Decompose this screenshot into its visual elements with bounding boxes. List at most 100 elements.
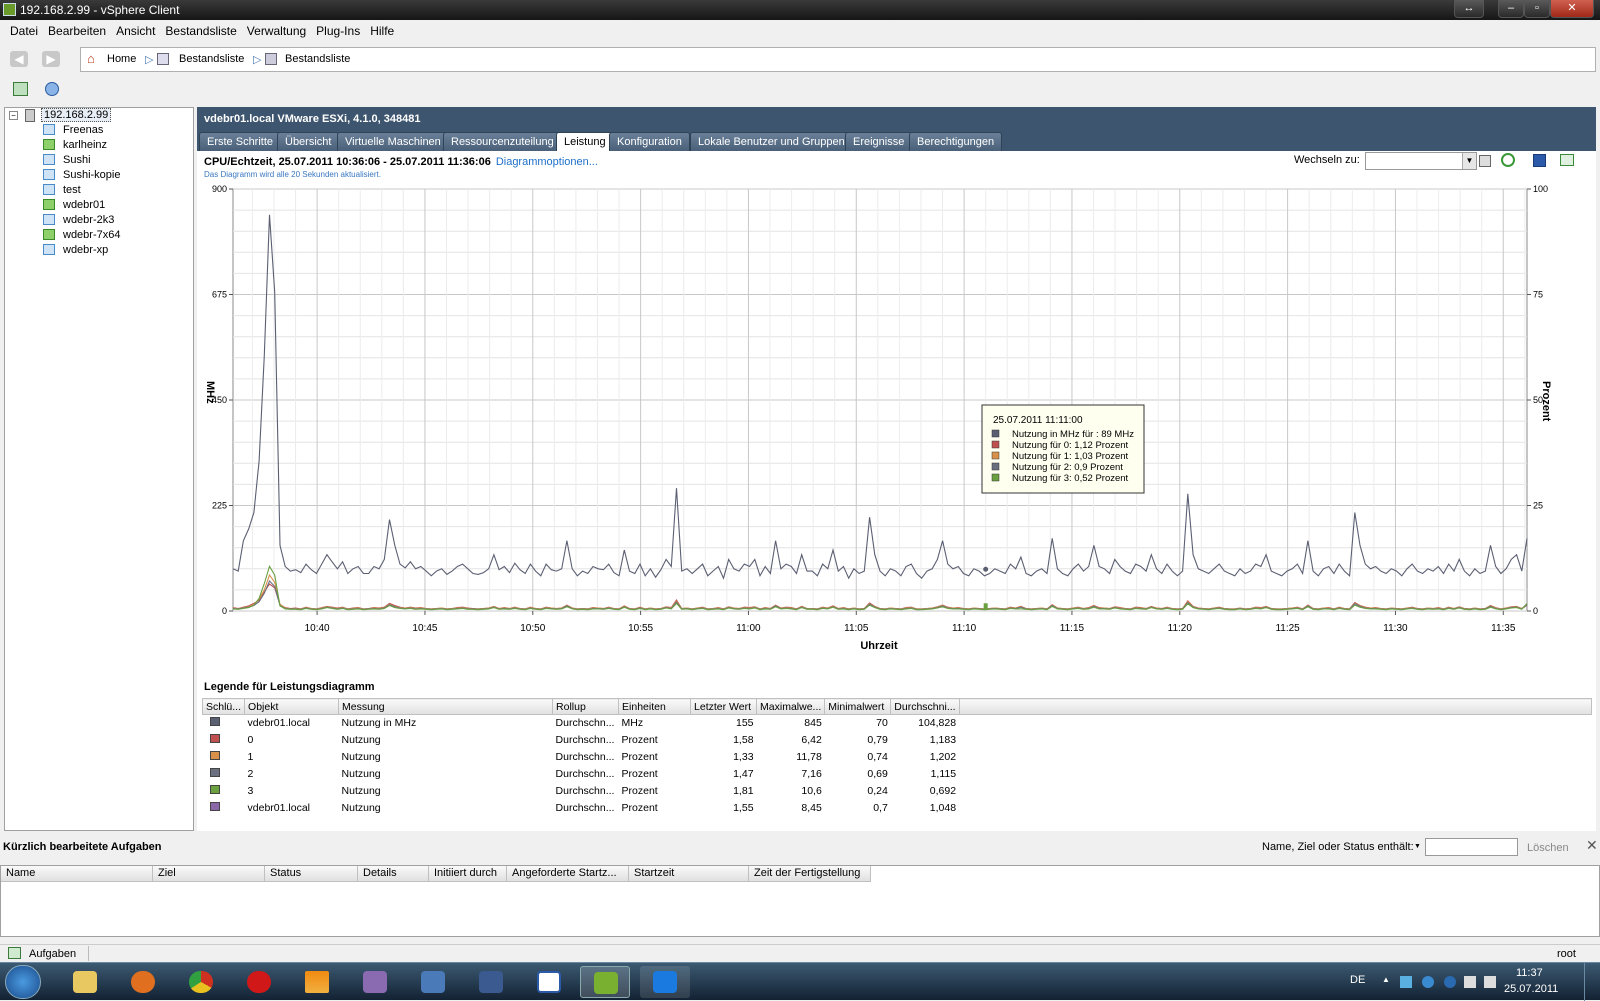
show-desktop-button[interactable] <box>1584 963 1598 1001</box>
forward-button[interactable]: ▶ <box>42 51 60 67</box>
language-indicator[interactable]: DE <box>1350 974 1365 986</box>
task-column-header[interactable]: Startzeit <box>629 866 749 882</box>
tab-konfiguration[interactable]: Konfiguration <box>609 132 690 151</box>
menu-bearbeiten[interactable]: Bearbeiten <box>43 20 111 38</box>
legend-column-header[interactable]: Messung <box>338 698 554 715</box>
menu-bestandsliste[interactable]: Bestandsliste <box>160 20 241 38</box>
maximize-button[interactable]: ▫ <box>1524 0 1550 18</box>
legend-row[interactable]: vdebr01.local Nutzung Durchschn... Prozent 1… <box>203 800 1592 817</box>
taskbar-chrome[interactable] <box>176 966 226 998</box>
legend-column-header[interactable]: Objekt <box>244 698 340 715</box>
taskbar-vncviewer[interactable] <box>524 966 574 998</box>
tab-lokale-benutzer-und-gruppen[interactable]: Lokale Benutzer und Gruppen <box>690 132 853 151</box>
legend-column-header[interactable]: Letzter Wert <box>690 698 758 715</box>
task-column-header[interactable]: Zeit der Fertigstellung <box>749 866 871 882</box>
tab-erste-schritte[interactable]: Erste Schritte <box>199 132 282 151</box>
menu-hilfe[interactable]: Hilfe <box>365 20 399 38</box>
clock-date[interactable]: 25.07.2011 <box>1504 983 1558 995</box>
tray-app-icon[interactable] <box>1422 976 1434 988</box>
legend-column-header[interactable]: Rollup <box>552 698 620 715</box>
legend-cell-max: 845 <box>804 717 822 730</box>
breadcrumb-inventory-2[interactable]: Bestandsliste <box>285 53 350 65</box>
new-resource-icon[interactable] <box>45 82 59 96</box>
taskbar-vsphere[interactable] <box>580 966 630 998</box>
dropbox-icon[interactable] <box>1400 976 1412 988</box>
tree-item-vm[interactable]: Sushi-kopie <box>43 169 120 184</box>
tree-item-vm[interactable]: wdebr-xp <box>43 244 108 259</box>
task-column-header[interactable]: Status <box>265 866 358 882</box>
task-column-header[interactable]: Details <box>358 866 429 882</box>
tray-update-icon[interactable] <box>1444 976 1456 988</box>
network-tray-icon[interactable] <box>1464 976 1476 988</box>
close-icon[interactable]: ✕ <box>1586 837 1598 854</box>
tooltip-line: Nutzung für 0: 1,12 Prozent <box>1012 440 1129 451</box>
task-column-header[interactable]: Angeforderte Startz... <box>507 866 629 882</box>
legend-row[interactable]: 1 Nutzung Durchschn... Prozent 1,33 11,78 0,74… <box>203 749 1592 766</box>
task-column-header[interactable]: Ziel <box>153 866 265 882</box>
legend-row[interactable]: 3 Nutzung Durchschn... Prozent 1,81 10,6 0,24 0… <box>203 783 1592 800</box>
menu-verwaltung[interactable]: Verwaltung <box>242 20 311 38</box>
legend-column-header[interactable]: Maximalwe... <box>756 698 826 715</box>
legend-cell-min: 0,7 <box>873 802 888 814</box>
back-button[interactable]: ◀ <box>10 51 28 67</box>
tab-übersicht[interactable]: Übersicht <box>277 132 340 151</box>
tree-item-vm[interactable]: wdebr-2k3 <box>43 214 114 229</box>
volume-icon[interactable] <box>1484 976 1496 988</box>
vm-running-icon <box>43 139 55 150</box>
filter-dropdown-icon[interactable]: ▼ <box>1414 843 1421 850</box>
tree-item-vm[interactable]: wdebr-7x64 <box>43 229 120 244</box>
taskbar-vlc[interactable] <box>292 966 342 998</box>
tray-expand-icon[interactable]: ▲ <box>1382 975 1390 984</box>
minimize-button[interactable]: – <box>1498 0 1524 18</box>
tab-virtuelle-maschinen[interactable]: Virtuelle Maschinen <box>337 132 449 151</box>
legend-cell-messung: Nutzung <box>341 768 381 780</box>
tasks-title: Kürzlich bearbeitete Aufgaben <box>3 841 162 853</box>
tasks-filter-label[interactable]: Name, Ziel oder Status enthält: <box>1262 841 1414 853</box>
tab-leistung[interactable]: Leistung <box>556 132 614 152</box>
legend-column-header[interactable]: Durchschni... <box>890 698 960 715</box>
legend-row[interactable]: 0 Nutzung Durchschn... Prozent 1,58 6,42 0,79 1… <box>203 732 1592 749</box>
legend-cell-messung: Nutzung <box>341 734 381 746</box>
tasks-filter-input[interactable] <box>1425 838 1518 856</box>
tasks-clear-button[interactable]: Löschen <box>1527 842 1569 854</box>
task-column-header[interactable]: Initiiert durch <box>429 866 507 882</box>
tab-ressourcenzuteilung[interactable]: Ressourcenzuteilung <box>443 132 562 151</box>
legend-column-header[interactable]: Einheiten <box>618 698 692 715</box>
legend-row[interactable]: vdebr01.local Nutzung in MHz Durchschn... M… <box>203 715 1592 732</box>
breadcrumb-home[interactable]: Home <box>107 53 136 65</box>
resize-button[interactable]: ↔ <box>1454 0 1484 18</box>
task-column-header[interactable]: Name <box>1 866 153 882</box>
tree-item-vm[interactable]: test <box>43 184 81 199</box>
collapse-toggle[interactable]: − <box>9 111 18 120</box>
legend-swatch <box>209 802 220 811</box>
taskbar-explorer[interactable] <box>60 966 110 998</box>
legend-column-header[interactable]: Schlü... <box>201 698 246 715</box>
taskbar-network[interactable] <box>408 966 458 998</box>
menu-ansicht[interactable]: Ansicht <box>111 20 160 38</box>
menu-plugins[interactable]: Plug-Ins <box>311 20 365 38</box>
tree-item-vm[interactable]: wdebr01 <box>43 199 105 214</box>
tab-ereignisse[interactable]: Ereignisse <box>845 132 913 151</box>
tree-item-vm[interactable]: karlheinz <box>43 139 107 154</box>
close-button[interactable]: ✕ <box>1550 0 1594 18</box>
legend-row[interactable]: 2 Nutzung Durchschn... Prozent 1,47 7,16 0,69 1… <box>203 766 1592 783</box>
taskbar-pidgin[interactable] <box>350 966 400 998</box>
taskbar-opera[interactable] <box>234 966 284 998</box>
legend-cell-einheit: Prozent <box>621 802 658 814</box>
menu-datei[interactable]: Datei <box>5 20 43 38</box>
legend-swatch-cell <box>203 749 245 766</box>
clock-time[interactable]: 11:37 <box>1516 967 1543 979</box>
legend-table: Schlü... Objekt Messung Rollup Einheiten Letz… <box>201 698 1593 817</box>
new-vm-icon[interactable] <box>13 82 28 96</box>
tree-item-vm[interactable]: Sushi <box>43 154 91 169</box>
tasks-button[interactable]: Aufgaben <box>29 948 76 960</box>
taskbar-firefox[interactable] <box>118 966 168 998</box>
start-button[interactable] <box>5 965 41 999</box>
tree-item-vm[interactable]: Freenas <box>43 124 103 139</box>
taskbar-teamviewer[interactable] <box>640 966 690 998</box>
tab-berechtigungen[interactable]: Berechtigungen <box>909 132 1003 151</box>
taskbar-keepass[interactable] <box>466 966 516 998</box>
tree-root-host[interactable]: 192.168.2.99 <box>41 108 112 122</box>
breadcrumb-inventory-1[interactable]: Bestandsliste <box>179 53 244 65</box>
legend-column-header[interactable]: Minimalwert <box>824 698 892 715</box>
